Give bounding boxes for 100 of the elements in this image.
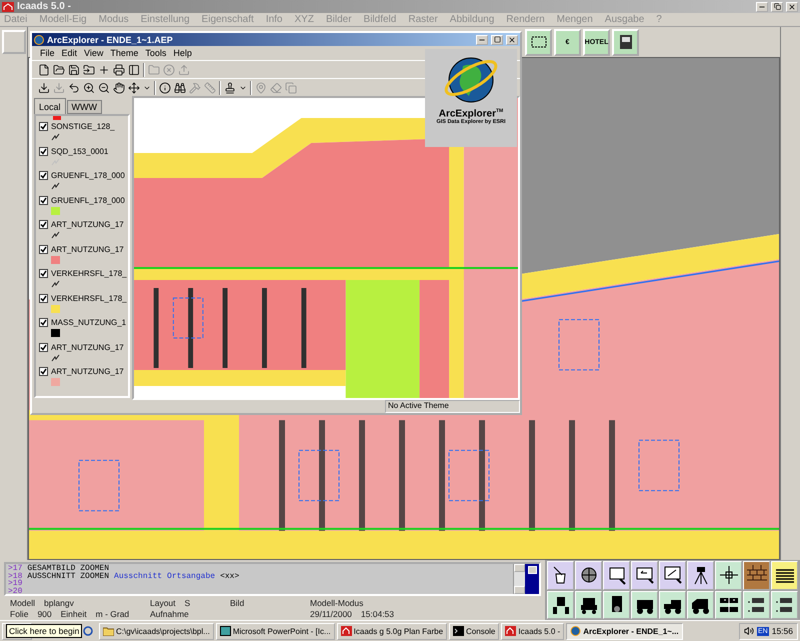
window-title: ArcExplorer - ENDE_1~1.AEP xyxy=(47,34,174,44)
checkbox[interactable] xyxy=(39,196,48,204)
restore-button[interactable] xyxy=(771,2,783,12)
line-number: >20 xyxy=(8,588,22,596)
hand-icon[interactable] xyxy=(113,82,125,94)
house-logo-icon xyxy=(505,626,516,636)
zoom-in-icon[interactable] xyxy=(83,82,95,94)
menu-item[interactable]: Help xyxy=(173,48,192,58)
close-button[interactable] xyxy=(506,34,518,44)
checkbox[interactable] xyxy=(39,269,48,278)
open-folder-icon[interactable] xyxy=(53,64,65,76)
tool-button[interactable] xyxy=(715,590,742,619)
folder-icon xyxy=(103,626,114,636)
logo-title: ArcExplorer$^{TM}$ xyxy=(438,108,504,120)
check-icon xyxy=(40,221,47,228)
panel-icon[interactable] xyxy=(128,64,140,76)
add-icon[interactable] xyxy=(98,64,110,76)
taskbar-button[interactable]: Microsoft PowerPoint - [Ic... xyxy=(216,622,335,640)
tool-button[interactable] xyxy=(659,590,686,619)
slides-icon xyxy=(220,626,231,636)
panel-button[interactable] xyxy=(528,566,536,574)
tool-button[interactable] xyxy=(659,561,686,590)
menu-item[interactable]: View xyxy=(84,48,104,58)
atm-tool-button[interactable] xyxy=(612,28,639,56)
status-text: 29/11/2000 xyxy=(310,609,352,619)
tool-button[interactable] xyxy=(771,590,798,619)
window-title: Icaads 5.0 - xyxy=(17,1,72,12)
tool-button[interactable] xyxy=(603,561,630,590)
info-icon[interactable] xyxy=(159,82,171,94)
checkbox[interactable] xyxy=(39,146,48,156)
taskbar-button[interactable]: C:\gv\icaads\projects\bpl... xyxy=(99,622,214,640)
layer-name: VERKEHRSFL_178_ xyxy=(51,269,127,278)
taskbar-button[interactable]: Icaads 5.0 - xyxy=(501,622,564,640)
menu-item[interactable]: Tools xyxy=(145,48,166,58)
layer-name: ART_NUTZUNG_17 xyxy=(51,244,124,254)
check-icon xyxy=(40,270,47,277)
checkbox[interactable] xyxy=(39,220,48,229)
status-text: bplangv xyxy=(44,598,74,608)
checkbox[interactable] xyxy=(39,342,48,352)
tool-button[interactable] xyxy=(687,590,714,619)
binoculars-icon[interactable] xyxy=(174,82,186,94)
taskbar-button[interactable]: Icaads g 5.0g Plan Farbe xyxy=(336,622,448,640)
close-button[interactable] xyxy=(786,2,798,12)
checkbox[interactable] xyxy=(39,122,48,131)
checkbox[interactable] xyxy=(39,294,48,302)
minimize-button[interactable] xyxy=(756,2,768,12)
checkbox[interactable] xyxy=(39,367,48,376)
menu-item[interactable]: Edit xyxy=(62,48,78,58)
status-text: Layout xyxy=(150,598,176,608)
zoom-out-icon[interactable] xyxy=(98,82,110,94)
tab[interactable]: Local xyxy=(34,98,66,114)
undo-icon[interactable] xyxy=(68,82,80,94)
tool-button[interactable] xyxy=(743,590,770,619)
tool-button[interactable] xyxy=(547,590,574,619)
status-text: 900 xyxy=(37,609,52,619)
tool-button[interactable] xyxy=(575,590,602,619)
input-field[interactable]: <xx> xyxy=(220,572,240,580)
checkbox[interactable] xyxy=(39,244,48,254)
tool-button[interactable] xyxy=(743,561,770,590)
folder-arrow-icon[interactable] xyxy=(83,64,95,76)
tool-button[interactable] xyxy=(631,561,658,590)
layer-name: GRUENFL_178_000 xyxy=(51,196,125,204)
tab[interactable]: WWW xyxy=(66,100,102,114)
tool-button[interactable] xyxy=(631,590,658,619)
download-icon[interactable] xyxy=(38,82,50,94)
check-icon xyxy=(40,123,47,130)
check-icon xyxy=(40,368,47,375)
menu-item[interactable]: Theme xyxy=(110,48,138,58)
check-icon xyxy=(40,319,47,326)
new-file-icon[interactable] xyxy=(38,64,50,76)
tool-button[interactable] xyxy=(547,561,574,590)
fit-frame-icon xyxy=(662,564,684,586)
taskbar-button[interactable]: Console xyxy=(449,622,500,640)
check-icon xyxy=(40,344,47,350)
tool-button[interactable] xyxy=(603,590,630,619)
scrollbar[interactable] xyxy=(513,564,525,594)
speaker-icon[interactable] xyxy=(744,626,754,636)
maximize-button[interactable] xyxy=(491,34,503,44)
frame-tool-button[interactable] xyxy=(525,28,552,56)
print-icon[interactable] xyxy=(113,64,125,76)
line-number: >18 xyxy=(8,572,22,580)
globe-icon xyxy=(570,626,582,636)
move-icon[interactable] xyxy=(128,82,140,94)
stamp-icon[interactable] xyxy=(224,82,236,94)
checkbox[interactable] xyxy=(39,318,48,327)
tool-button[interactable] xyxy=(771,561,798,590)
layer-name: GRUENFL_178_000 xyxy=(51,171,125,180)
layer-name: MASS_NUTZUNG_1 xyxy=(51,318,126,327)
minimize-button[interactable] xyxy=(476,34,488,44)
save-icon[interactable] xyxy=(68,64,80,76)
menu-item[interactable]: File xyxy=(40,48,55,58)
cash-machine-icon xyxy=(618,33,634,51)
tool-button[interactable] xyxy=(687,561,714,590)
taskbar-button[interactable]: ArcExplorer - ENDE_1~... xyxy=(566,622,683,640)
tool-button[interactable] xyxy=(575,561,602,590)
check-icon xyxy=(40,294,47,302)
tool-button[interactable] xyxy=(715,561,742,590)
checkbox[interactable] xyxy=(39,171,48,180)
console-command: GESAMTBILD ZOOMEN xyxy=(27,565,110,573)
status-text: Aufnahme xyxy=(150,609,189,619)
